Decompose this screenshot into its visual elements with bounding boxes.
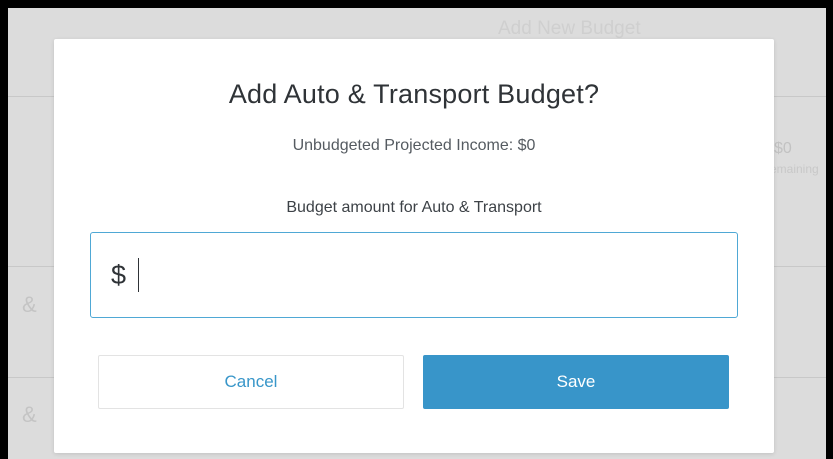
add-budget-dialog: Add Auto & Transport Budget? Unbudgeted … xyxy=(54,39,774,453)
budget-amount-input[interactable]: $ xyxy=(90,232,738,318)
background-row-glyph: & xyxy=(22,292,37,317)
unbudgeted-income-text: Unbudgeted Projected Income: $0 xyxy=(292,137,536,154)
cancel-button[interactable]: Cancel xyxy=(98,355,404,409)
currency-symbol: $ xyxy=(111,259,127,290)
dialog-title: Add Auto & Transport Budget? xyxy=(228,79,600,109)
budget-amount-label: Budget amount for Auto & Transport xyxy=(286,199,542,216)
background-amount: $0 xyxy=(774,140,792,157)
save-button[interactable]: Save xyxy=(423,355,729,409)
text-caret xyxy=(138,258,140,292)
background-heading: Add New Budget xyxy=(498,18,641,39)
page-backdrop: Add New Budget $0 remaining & & Add Auto… xyxy=(8,8,826,459)
background-row-glyph: & xyxy=(22,402,37,427)
